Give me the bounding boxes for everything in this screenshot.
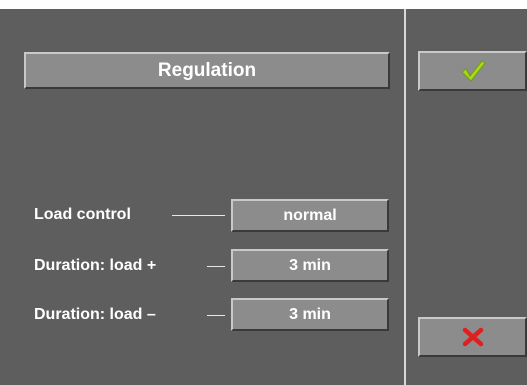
confirm-button[interactable] — [418, 51, 527, 91]
duration-load-minus-label: Duration: load – — [34, 306, 156, 323]
load-control-leader — [172, 215, 225, 216]
duration-load-minus-value[interactable]: 3 min — [231, 298, 389, 331]
duration-load-minus-leader — [207, 315, 225, 316]
load-control-label: Load control — [34, 206, 131, 223]
page-title: Regulation — [24, 52, 390, 89]
cancel-button[interactable] — [418, 317, 527, 357]
duration-load-plus-label: Duration: load + — [34, 257, 157, 274]
screen: Regulation Load control normal Duration:… — [0, 0, 527, 385]
load-control-value[interactable]: normal — [231, 199, 389, 232]
checkmark-icon — [460, 59, 486, 83]
duration-load-plus-value[interactable]: 3 min — [231, 249, 389, 282]
cross-icon — [462, 327, 484, 347]
duration-load-plus-leader — [207, 266, 225, 267]
